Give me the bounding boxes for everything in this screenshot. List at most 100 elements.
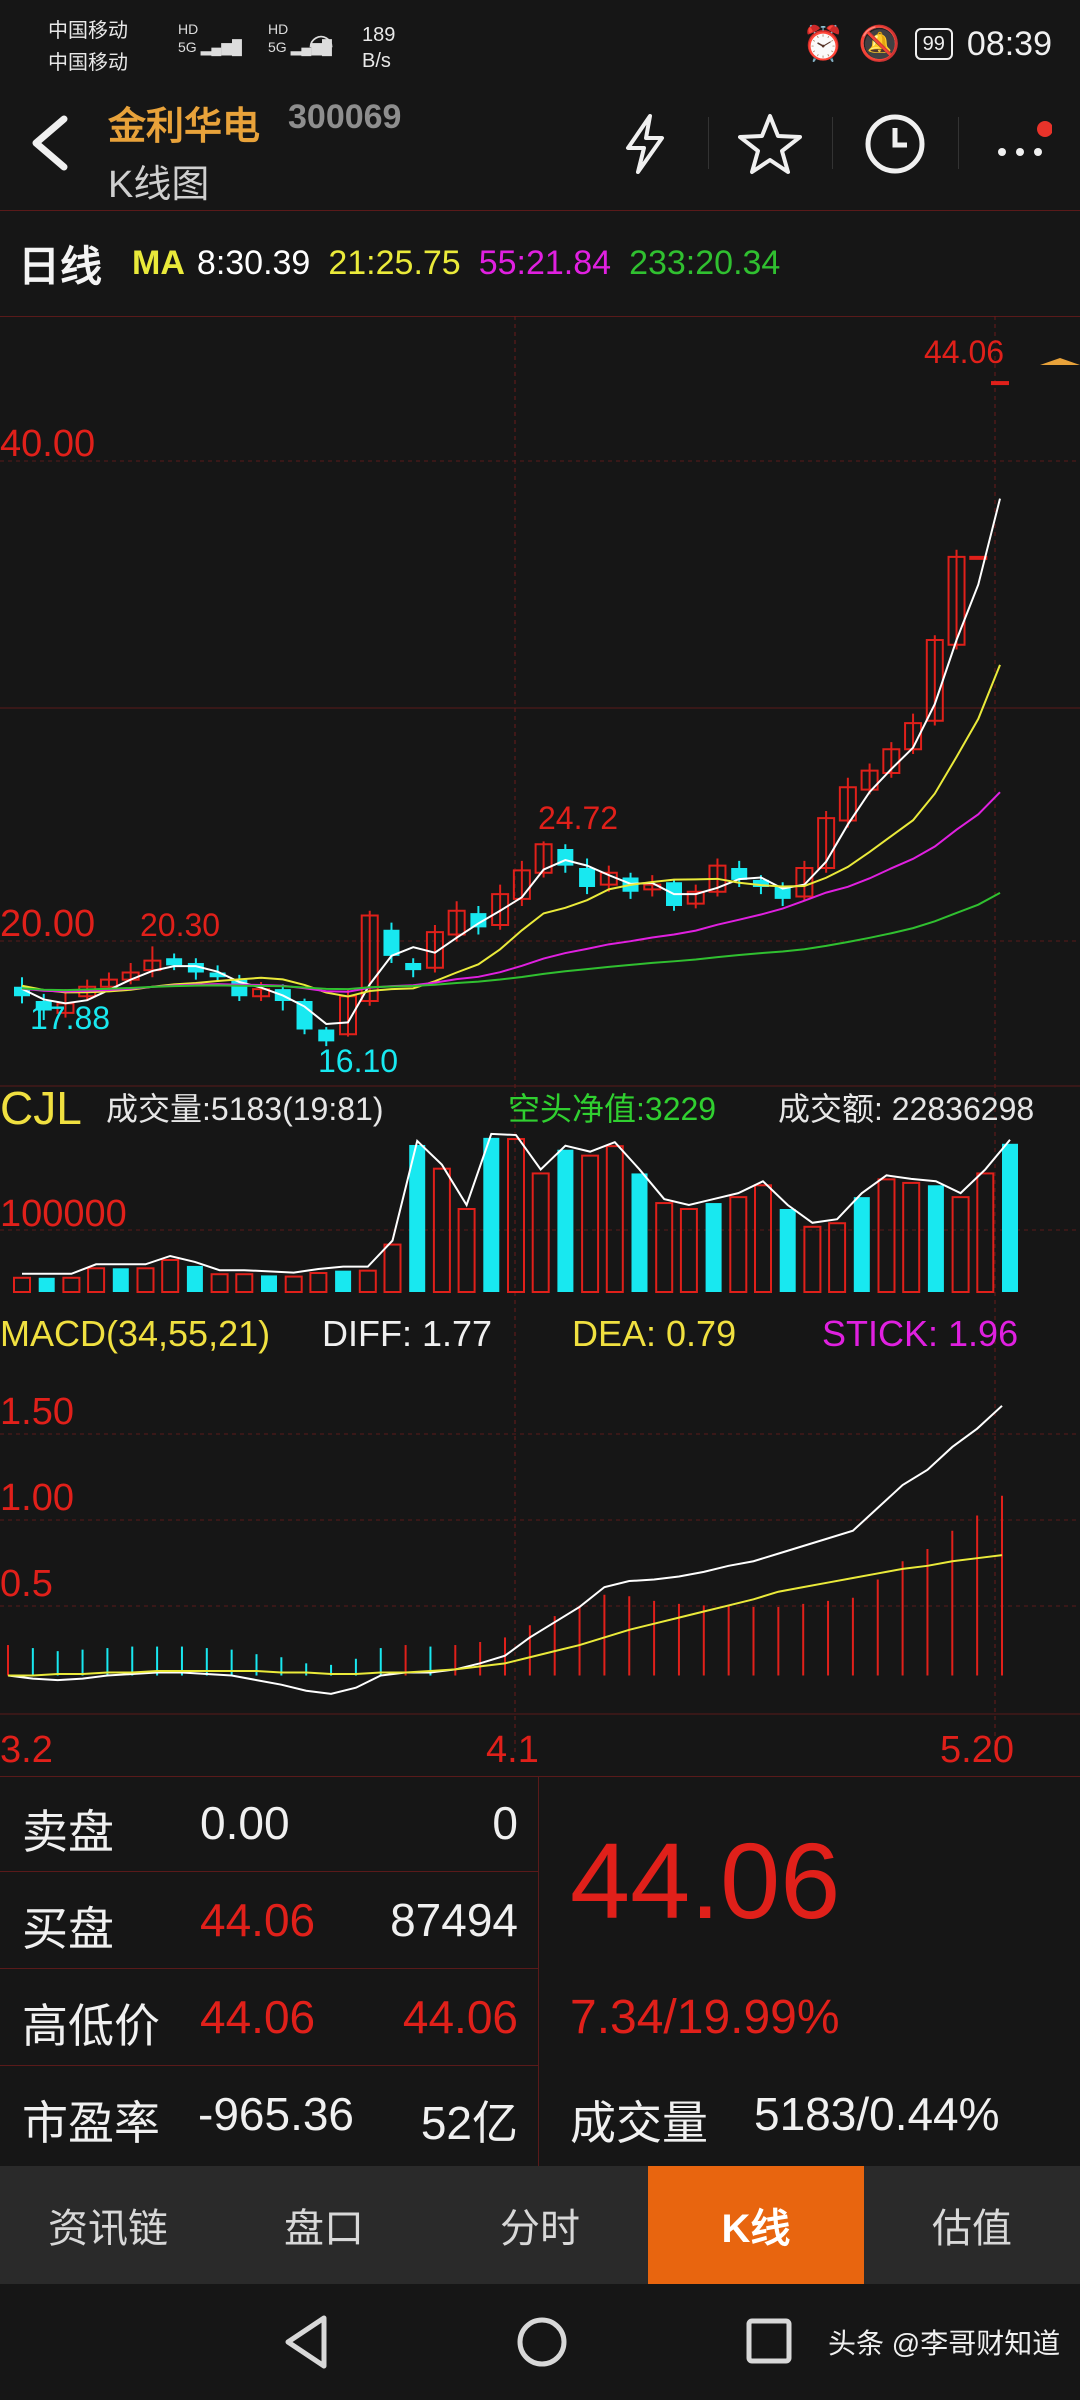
macd-lines: [7, 1405, 1003, 1695]
ma55-value: 55:21.84: [478, 244, 612, 282]
watermark: 头条 @李哥财知道: [828, 2328, 1061, 2359]
volume-bar: [309, 1272, 328, 1293]
tab-intraday[interactable]: 分时: [432, 2166, 648, 2284]
low-price: 44.06: [402, 1991, 518, 2043]
chart-svg: 44.06 40.00 20.00 20.30 17.88 16.10 24.7…: [0, 316, 1080, 1771]
volume-bar: [1002, 1143, 1018, 1292]
volume-bar: [136, 1267, 155, 1293]
wifi-icon: ◠: [308, 29, 335, 62]
clock-icon[interactable]: [860, 109, 930, 179]
label-2030: 20.30: [140, 907, 220, 943]
current-price: 44.06: [570, 1820, 841, 1941]
amount-text: 成交额: 22836298: [778, 1091, 1034, 1127]
sell-label: 卖盘: [22, 1806, 114, 1858]
volume-bar: [87, 1267, 106, 1293]
volume-bar: [803, 1225, 822, 1293]
volume-bar: [679, 1208, 698, 1293]
volume-bar: [951, 1196, 970, 1294]
volume-bar: [483, 1137, 500, 1292]
page-subtitle: K线图: [108, 164, 210, 206]
star-icon[interactable]: [735, 109, 805, 179]
tab-valuation[interactable]: 估值: [864, 2166, 1080, 2284]
app-header: 金利华电 300069 K线图: [0, 95, 1080, 210]
ma8-value: 8:30.39: [196, 244, 311, 282]
volume-bar: [828, 1222, 847, 1294]
volume-bar: [235, 1273, 254, 1294]
candle: [296, 1001, 313, 1030]
candles: [14, 381, 1009, 1047]
volume-bar: [186, 1265, 203, 1292]
volume-bar: [927, 1185, 944, 1292]
volume-bar: [62, 1276, 81, 1293]
volume-bar: [779, 1209, 796, 1292]
market-cap: 52亿: [420, 2097, 518, 2149]
axis-20-label: 20.00: [0, 903, 95, 945]
axis-100000-label: 100000: [0, 1193, 127, 1235]
volume-bar: [877, 1178, 896, 1293]
ma8-line: [21, 498, 1001, 1025]
volume-title: CJL: [0, 1082, 82, 1134]
ma-label: MA: [132, 244, 185, 282]
macd-dea: DEA: 0.79: [572, 1313, 736, 1354]
period-label[interactable]: 日线: [18, 233, 102, 294]
volume-label: 成交量: [570, 2097, 708, 2149]
volume-bar: [161, 1258, 180, 1294]
kline-chart-area[interactable]: 44.06 40.00 20.00 20.30 17.88 16.10 24.7…: [0, 316, 1080, 1776]
volume-bar: [507, 1138, 525, 1293]
volume-bar: [605, 1145, 624, 1294]
volume-bar: [655, 1202, 674, 1293]
pe-label: 市盈率: [22, 2097, 160, 2149]
battery-icon: 99: [914, 28, 953, 60]
tab-order-book[interactable]: 盘口: [216, 2166, 432, 2284]
volume-bar: [261, 1275, 277, 1292]
net-speed: 189 B/s: [362, 24, 396, 72]
candle: [383, 929, 400, 956]
label-1610: 16.10: [318, 1043, 398, 1079]
volume-text: 成交量:5183(19:81): [106, 1091, 383, 1127]
ma233-value: 233:20.34: [629, 244, 781, 282]
volume-bars: [13, 1132, 1018, 1294]
nav-recent-icon[interactable]: [744, 2316, 796, 2368]
back-icon[interactable]: [22, 113, 82, 173]
price-high-label: 44.06: [924, 334, 1004, 370]
candle: [318, 1029, 335, 1042]
system-nav-bar: 头条 @李哥财知道: [0, 2284, 1080, 2400]
volume-bar: [335, 1270, 352, 1292]
alarm-icon: ⏰: [801, 25, 845, 63]
tab-kline[interactable]: K线: [648, 2166, 864, 2284]
volume-bar: [853, 1197, 870, 1292]
nav-home-icon[interactable]: [514, 2314, 570, 2370]
signal-icon: HD 5G ▂▄▆█: [178, 21, 242, 55]
volume-bar: [581, 1154, 600, 1294]
lightning-icon[interactable]: [610, 109, 680, 179]
ma21-value: 21:25.75: [328, 244, 461, 282]
volume-bar: [976, 1172, 995, 1294]
high-price: 44.06: [200, 1991, 316, 2043]
volume-bar: [631, 1173, 648, 1292]
grid: [0, 316, 1080, 1756]
price-change: 7.34/19.99%: [570, 1991, 840, 2044]
status-time: 08:39: [966, 24, 1052, 63]
label-2472: 24.72: [538, 800, 618, 836]
volume-bar: [729, 1196, 748, 1294]
carrier-1: 中国移动: [48, 20, 128, 42]
volume-bar: [112, 1268, 129, 1292]
label-1788: 17.88: [30, 1000, 110, 1036]
candle: [166, 958, 183, 966]
nav-back-icon[interactable]: [282, 2314, 332, 2370]
status-bar: 中国移动 中国移动 HD 5G ▂▄▆█ HD 5G ▂▄▆█ ◠ 189 B/s ⏰…: [0, 0, 1080, 95]
macd-stick: STICK: 1.96: [822, 1313, 1018, 1354]
sell-volume: 0: [492, 1797, 518, 1849]
more-icon[interactable]: [985, 109, 1055, 179]
volume-bar: [557, 1149, 574, 1292]
candle: [405, 963, 422, 971]
volume-bar: [902, 1181, 921, 1294]
volume-bar: [383, 1243, 402, 1293]
tab-news-chain[interactable]: 资讯链: [0, 2166, 216, 2284]
bottom-tabs: 资讯链 盘口 分时 K线 估值: [0, 2166, 1080, 2284]
volume-bar: [531, 1172, 550, 1294]
volume-bar: [754, 1184, 772, 1293]
buy-label: 买盘: [22, 1903, 114, 1955]
volume-bar: [38, 1277, 55, 1292]
sell-price: 0.00: [200, 1797, 290, 1849]
